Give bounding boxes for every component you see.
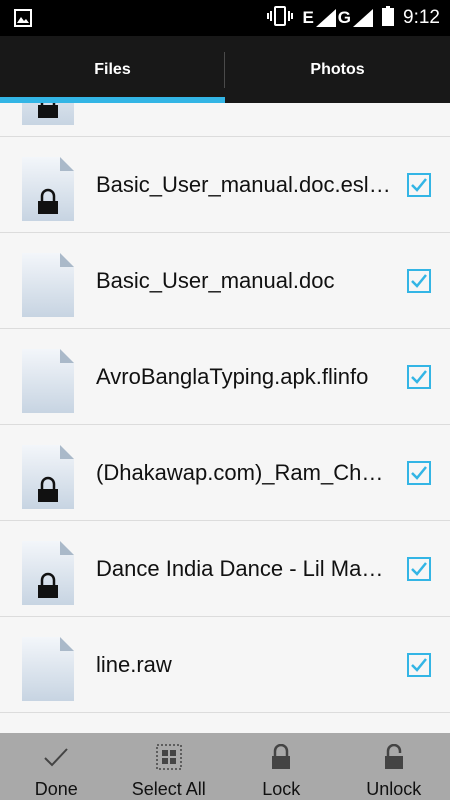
unlock-icon xyxy=(383,743,405,770)
file-checkbox[interactable] xyxy=(407,461,431,485)
file-checkbox[interactable] xyxy=(407,653,431,677)
locked-file-icon xyxy=(22,445,74,509)
checkbox-checked-icon xyxy=(407,269,431,293)
file-name: Basic_User_manual.doc.esl… xyxy=(96,172,391,197)
network-type-g: G xyxy=(337,8,352,27)
locked-file-icon xyxy=(22,103,74,125)
tab-photos-label: Photos xyxy=(310,60,365,78)
file-row[interactable]: line.raw xyxy=(0,617,450,713)
select-all-button[interactable]: Select All xyxy=(113,733,226,800)
done-label: Done xyxy=(34,779,78,799)
checkbox-checked-icon xyxy=(407,653,431,677)
image-icon xyxy=(14,9,32,32)
file-checkbox[interactable] xyxy=(407,557,431,581)
network-type-e: E xyxy=(302,8,314,27)
status-bar: E G 9:12 xyxy=(0,0,450,36)
signal-icon-2 xyxy=(353,9,374,27)
file-row[interactable]: Basic_User_manual.doc.esl… xyxy=(0,137,450,233)
file-icon xyxy=(22,637,74,701)
tab-photos[interactable]: Photos xyxy=(225,36,450,103)
lock-label: Lock xyxy=(262,779,301,799)
clock: 9:12 xyxy=(403,7,440,28)
tab-divider xyxy=(224,52,225,88)
bottom-action-bar: Done Select All Lock Unlock xyxy=(0,733,450,800)
file-list[interactable]: Basic_User_manual.doc.esl… Basic_User_man… xyxy=(0,103,450,733)
select-all-label: Select All xyxy=(131,779,206,799)
file-name: Basic_User_manual.doc xyxy=(96,268,335,293)
file-checkbox[interactable] xyxy=(407,173,431,197)
unlock-label: Unlock xyxy=(366,779,422,799)
file-icon xyxy=(22,253,74,317)
lock-icon xyxy=(270,743,292,770)
file-checkbox[interactable] xyxy=(407,269,431,293)
signal-icon xyxy=(315,9,336,27)
tab-files-label: Files xyxy=(94,60,131,78)
file-row[interactable] xyxy=(0,103,450,137)
file-checkbox[interactable] xyxy=(407,365,431,389)
file-row[interactable]: Dance India Dance - Lil Ma… xyxy=(0,521,450,617)
select-all-icon xyxy=(156,743,182,770)
network-indicator: E G xyxy=(302,8,374,28)
file-name: AvroBanglaTyping.apk.flinfo xyxy=(96,364,369,389)
tab-files[interactable]: Files xyxy=(0,36,225,103)
battery-icon xyxy=(382,5,395,31)
file-row[interactable]: AvroBanglaTyping.apk.flinfo xyxy=(0,329,450,425)
checkbox-checked-icon xyxy=(407,557,431,581)
unlock-button[interactable]: Unlock xyxy=(338,733,450,800)
locked-file-icon xyxy=(22,541,74,605)
file-name: (Dhakawap.com)_Ram_Ch… xyxy=(96,460,384,485)
lock-overlay xyxy=(38,103,58,118)
file-icon xyxy=(22,349,74,413)
checkbox-checked-icon xyxy=(407,461,431,485)
checkmark-icon xyxy=(42,743,70,770)
checkbox-checked-icon xyxy=(407,365,431,389)
checkbox-checked-icon xyxy=(407,173,431,197)
file-row[interactable]: Basic_User_manual.doc xyxy=(0,233,450,329)
file-row[interactable]: (Dhakawap.com)_Ram_Ch… xyxy=(0,425,450,521)
lock-button[interactable]: Lock xyxy=(225,733,338,800)
file-name: line.raw xyxy=(96,652,172,677)
locked-file-icon xyxy=(22,157,74,221)
tab-bar: Files Photos xyxy=(0,36,450,103)
vibrate-icon xyxy=(267,5,294,32)
done-button[interactable]: Done xyxy=(0,733,113,800)
file-name: Dance India Dance - Lil Ma… xyxy=(96,556,384,581)
file-name xyxy=(96,103,408,137)
